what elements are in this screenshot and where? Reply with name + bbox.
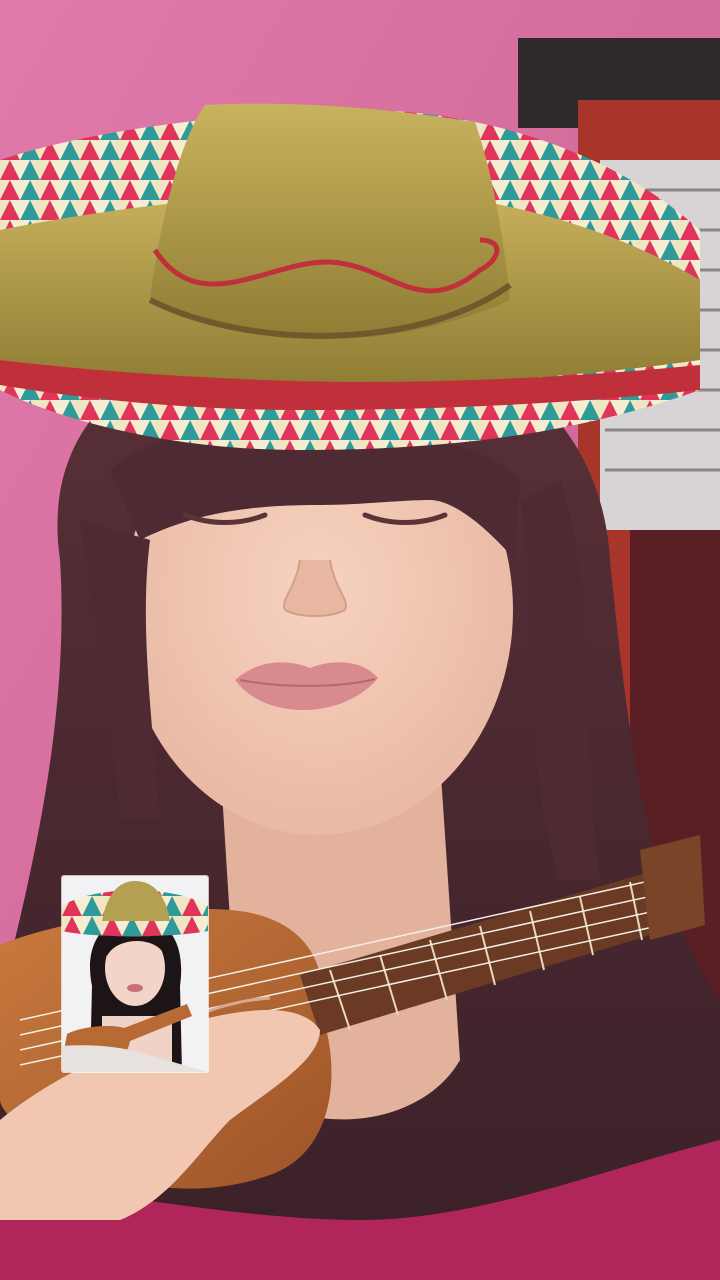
video-frame — [0, 0, 720, 1280]
pip-reference-photo — [62, 876, 208, 1072]
scene-illustration — [0, 0, 720, 1280]
pip-illustration — [62, 876, 208, 1072]
